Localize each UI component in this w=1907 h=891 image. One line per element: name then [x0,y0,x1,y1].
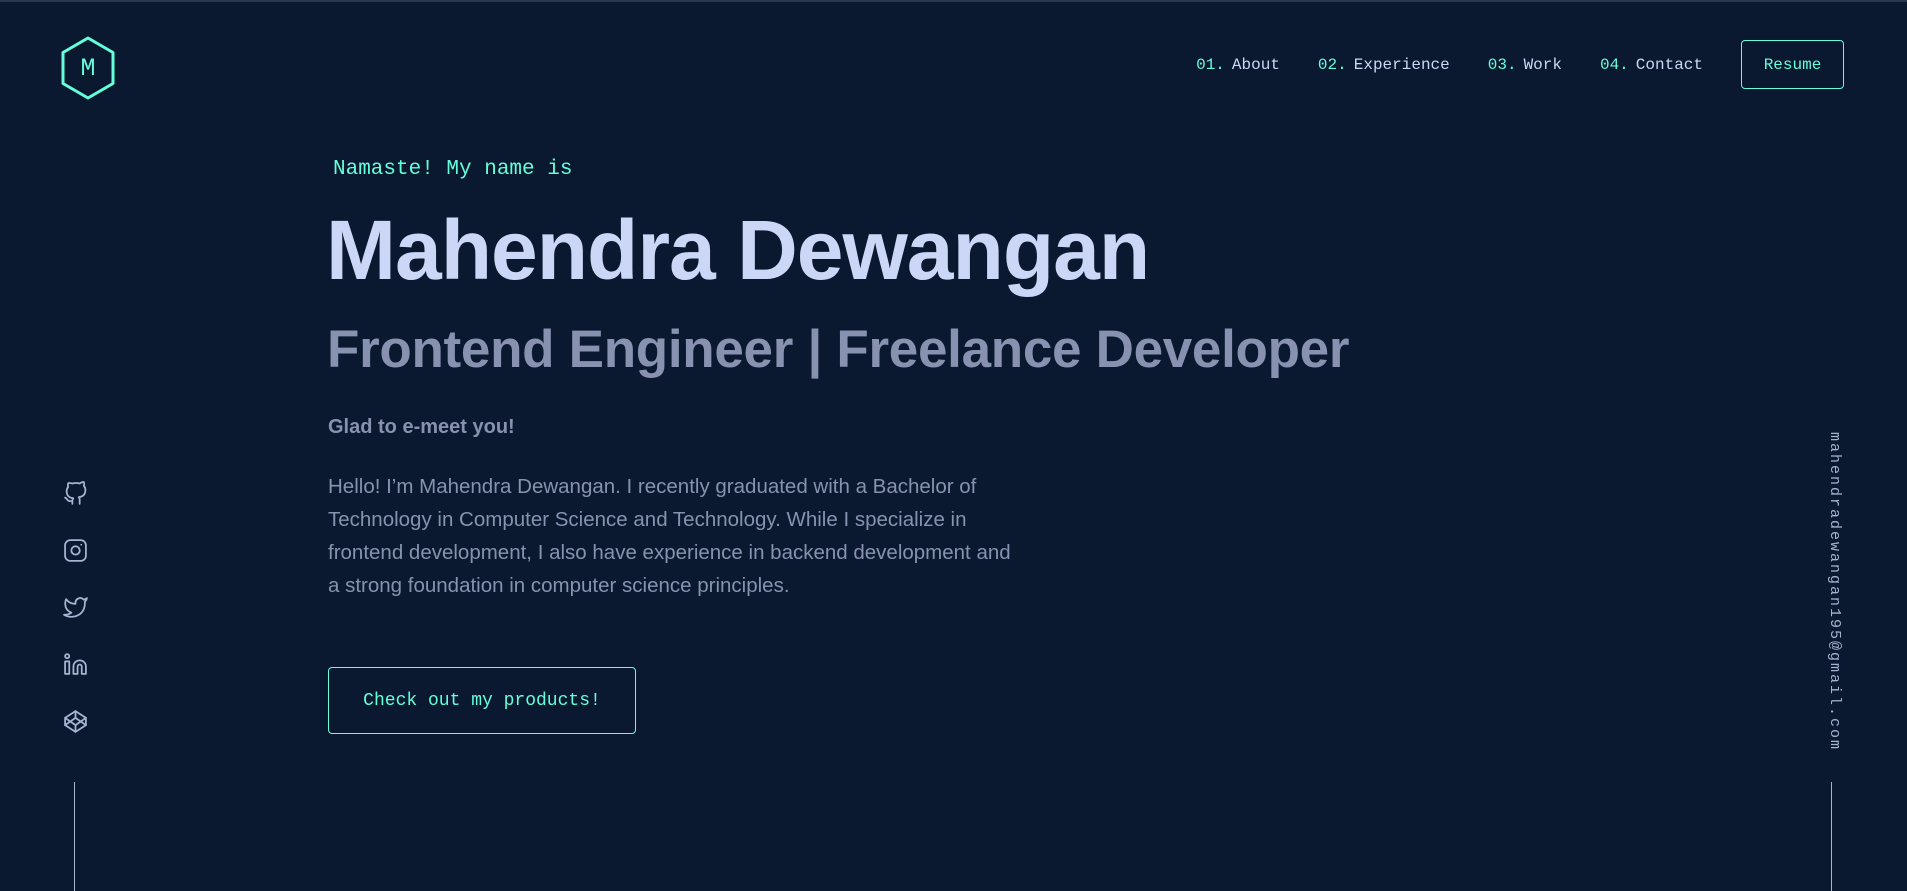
check-products-button[interactable]: Check out my products! [328,667,636,734]
github-link[interactable] [60,478,90,508]
left-vertical-line [74,782,75,891]
logo-letter: M [80,53,96,83]
nav-item-experience[interactable]: 02. Experience [1318,56,1450,74]
hero-bio: Hello! I’m Mahendra Dewangan. I recently… [328,475,1011,597]
instagram-icon [63,538,87,562]
email-link[interactable]: mahendradewangan195@gmail.com [1821,432,1843,762]
main-nav: 01. About 02. Experience 03. Work 04. Co… [1196,40,1844,89]
hero-subtitle: Frontend Engineer | Freelance Developer [327,320,1350,379]
nav-item-contact[interactable]: 04. Contact [1600,56,1703,74]
resume-button[interactable]: Resume [1741,40,1844,89]
codepen-link[interactable] [60,706,90,736]
hero-name: Mahendra Dewangan [326,203,1150,297]
linkedin-link[interactable] [60,649,90,679]
nav-item-work[interactable]: 03. Work [1488,56,1562,74]
nav-item-label: Experience [1353,55,1450,74]
right-vertical-line [1831,782,1832,891]
greeting-text: Namaste! My name is [333,158,573,181]
instagram-link[interactable] [60,535,90,565]
nav-item-number: 03. [1487,55,1517,74]
nav-item-number: 02. [1317,55,1347,74]
nav-item-about[interactable]: 01. About [1196,56,1280,74]
nav-item-number: 04. [1599,55,1629,74]
social-links [60,478,90,763]
nav-item-label: Contact [1635,55,1703,74]
twitter-link[interactable] [60,592,90,622]
linkedin-icon [63,652,87,675]
hero-tagline: Glad to e-meet you! [328,416,515,438]
github-icon [63,480,86,505]
codepen-icon [63,709,87,733]
top-border [0,0,1907,2]
nav-item-label: Work [1523,55,1562,74]
nav-item-number: 01. [1196,55,1225,74]
twitter-icon [62,596,88,618]
nav-item-label: About [1231,55,1280,74]
logo[interactable]: M [60,36,116,100]
